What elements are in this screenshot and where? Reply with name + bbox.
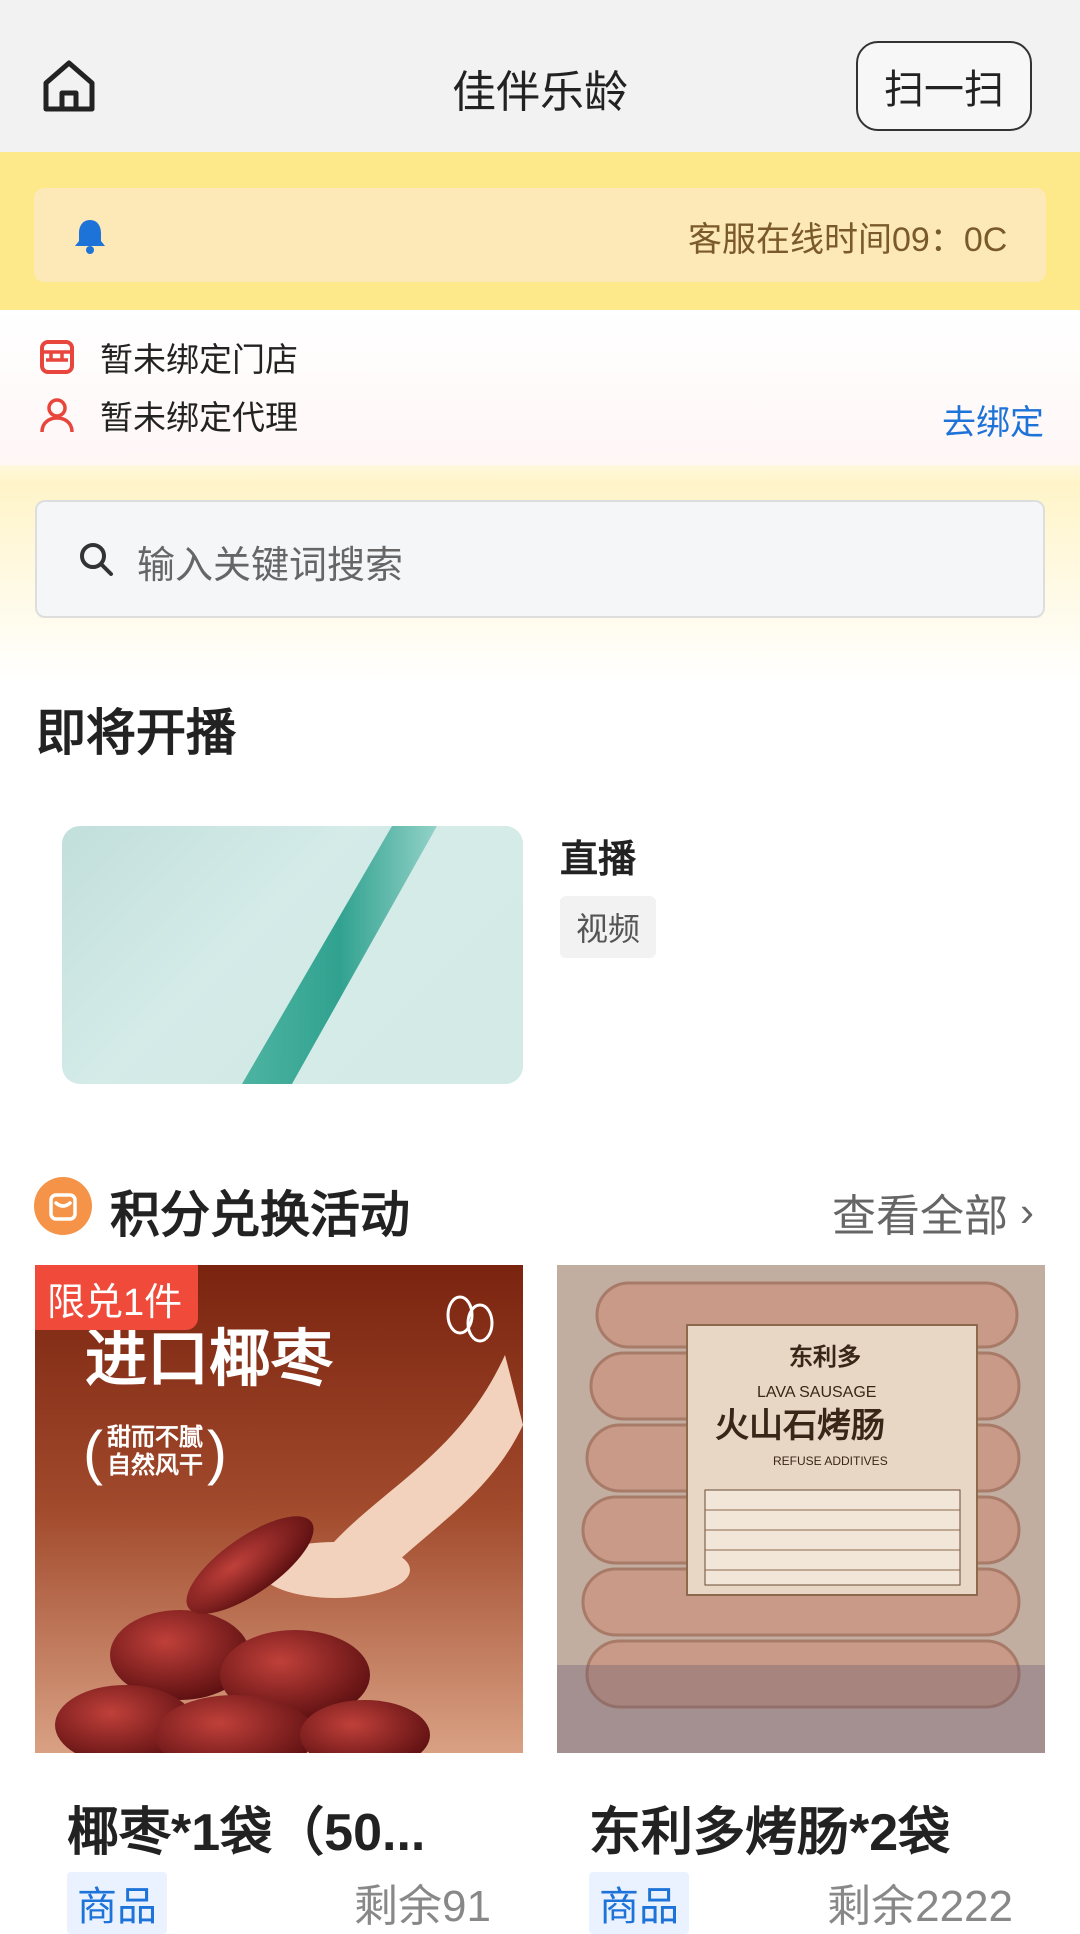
bell-icon (75, 220, 105, 254)
product-tag: 商品 (67, 1872, 167, 1934)
product-name: 东利多烤肠*2袋 (589, 1804, 951, 1862)
sausage-brand: 东利多 (789, 1343, 861, 1371)
sausage-image: 东利多 LAVA SAUSAGE 火山石烤肠 REFUSE ADDITIVES (557, 1265, 1045, 1753)
sausage-label-en: LAVA SAUSAGE (757, 1384, 876, 1401)
svg-text:): ) (207, 1419, 227, 1486)
upcoming-section-title: 即将开播 (36, 705, 236, 761)
search-bar[interactable]: 输入关键词搜索 (35, 500, 1045, 618)
dates-image: 香甜 进口椰枣 甜而不腻 自然风干 ( ) (35, 1265, 523, 1753)
store-binding-text: 暂未绑定门店 (100, 341, 298, 378)
live-tag: 视频 (560, 896, 657, 958)
search-icon (80, 543, 113, 576)
product-image: 东利多 LAVA SAUSAGE 火山石烤肠 REFUSE ADDITIVES (557, 1265, 1045, 1753)
notice-text: 客服在线时间09：0C (688, 221, 1008, 259)
binding-panel: 暂未绑定门店 暂未绑定代理 去绑定 (0, 310, 1080, 465)
search-input[interactable]: 输入关键词搜索 (137, 534, 403, 589)
live-title: 直播 (560, 839, 637, 881)
shopping-bag-icon (34, 1177, 92, 1235)
store-icon (40, 340, 74, 374)
points-section-title: 积分兑换活动 (110, 1187, 410, 1243)
store-binding-row: 暂未绑定门店 (38, 332, 298, 382)
view-all-label: 查看全部 (832, 1192, 1008, 1241)
notice-bar[interactable]: 客服在线时间09：0C (34, 188, 1046, 282)
sausage-label-sub: REFUSE ADDITIVES (773, 1454, 888, 1468)
limit-badge: 限兑1件 (35, 1265, 199, 1330)
dates-sub-1: 甜而不腻 (107, 1423, 203, 1451)
person-icon (40, 398, 74, 433)
product-stock: 剩余2222 (827, 1882, 1013, 1931)
live-thumbnail-image (242, 826, 523, 1084)
view-all-link[interactable]: 查看全部 › (832, 1180, 1034, 1244)
product-image: 香甜 进口椰枣 甜而不腻 自然风干 ( ) 限兑1件 (35, 1265, 523, 1753)
product-stock: 剩余91 (354, 1882, 491, 1931)
product-card[interactable]: 香甜 进口椰枣 甜而不腻 自然风干 ( ) 限兑1件 椰枣*1袋（50... 商… (35, 1265, 523, 1934)
dates-sub-2: 自然风干 (107, 1451, 203, 1479)
product-card[interactable]: 东利多 LAVA SAUSAGE 火山石烤肠 REFUSE ADDITIVES … (557, 1265, 1045, 1934)
top-header: 佳伴乐龄 扫一扫 (0, 0, 1080, 152)
svg-text:(: ( (83, 1419, 103, 1486)
agent-binding-text: 暂未绑定代理 (100, 399, 298, 436)
bind-link[interactable]: 去绑定 (942, 395, 1044, 444)
dates-headline-2: 进口椰枣 (85, 1325, 334, 1394)
product-name: 椰枣*1袋（50... (67, 1804, 426, 1862)
sausage-label-cn: 火山石烤肠 (715, 1407, 885, 1445)
product-tag: 商品 (589, 1872, 689, 1934)
chevron-right-icon: › (1020, 1188, 1034, 1235)
scan-button[interactable]: 扫一扫 (856, 41, 1032, 131)
agent-binding-row: 暂未绑定代理 (38, 390, 298, 440)
live-thumbnail[interactable] (62, 826, 523, 1084)
